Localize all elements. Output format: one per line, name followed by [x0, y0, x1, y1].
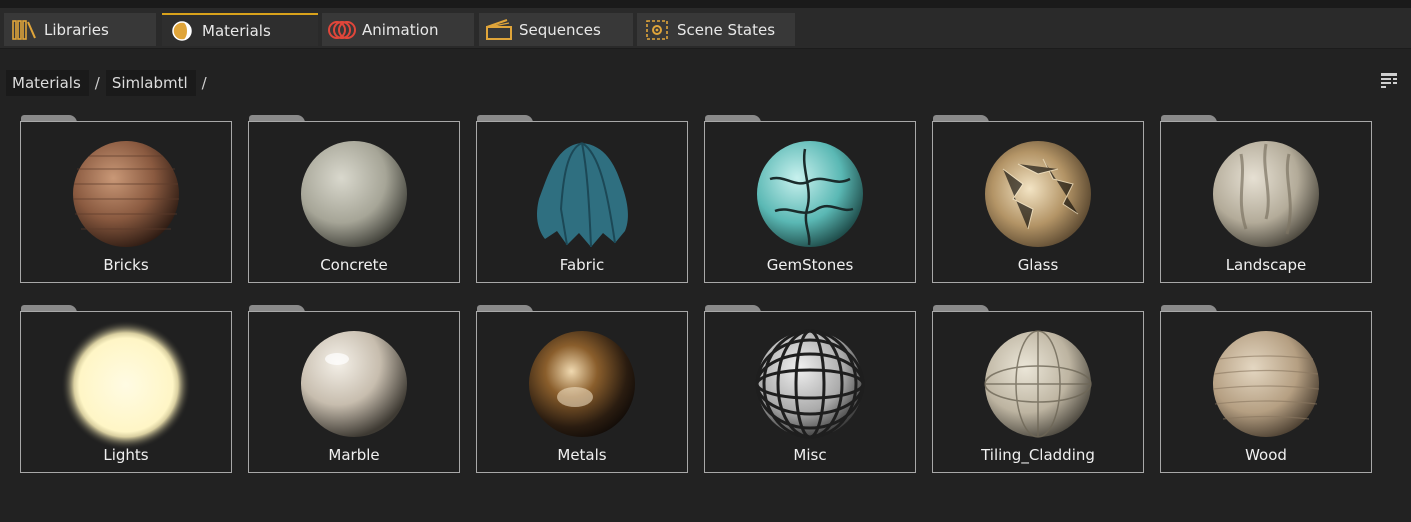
folder-box: Lights: [20, 311, 232, 473]
marble-sphere-thumbnail: [301, 331, 407, 437]
folder-label: Concrete: [320, 256, 388, 274]
folder-metals[interactable]: Metals: [476, 305, 688, 473]
folder-box: Fabric: [476, 121, 688, 283]
folder-box: Tiling_Cladding: [932, 311, 1144, 473]
folder-box: Bricks: [20, 121, 232, 283]
folder-label: Metals: [557, 446, 607, 464]
sequences-icon: [485, 16, 513, 44]
folder-bricks[interactable]: Bricks: [20, 115, 232, 283]
folder-label: Glass: [1017, 256, 1059, 274]
libraries-icon: [10, 16, 38, 44]
breadcrumb-separator: /: [94, 74, 100, 92]
folder-wood[interactable]: Wood: [1160, 305, 1372, 473]
folder-label: GemStones: [766, 256, 854, 274]
folder-label: Bricks: [103, 256, 149, 274]
tiling-sphere-thumbnail: [984, 330, 1092, 438]
tab-animation[interactable]: Animation: [322, 13, 474, 46]
folder-marble[interactable]: Marble: [248, 305, 460, 473]
folder-box: Marble: [248, 311, 460, 473]
window-top-strip: [0, 0, 1411, 8]
metals-sphere-thumbnail: [529, 331, 635, 437]
lights-sphere-thumbnail: [61, 320, 191, 450]
folder-label: Tiling_Cladding: [981, 446, 1095, 464]
tab-scene-states[interactable]: Scene States: [637, 13, 795, 46]
folder-label: Misc: [793, 446, 827, 464]
folder-label: Landscape: [1225, 256, 1307, 274]
glass-sphere-thumbnail: [985, 141, 1091, 247]
scene-states-icon: [643, 16, 671, 44]
folder-label: Lights: [103, 446, 149, 464]
folder-glass[interactable]: Glass: [932, 115, 1144, 283]
landscape-sphere-thumbnail: [1213, 141, 1319, 247]
breadcrumb-separator: /: [201, 74, 207, 92]
tab-libraries[interactable]: Libraries: [4, 13, 156, 46]
folder-fabric[interactable]: Fabric: [476, 115, 688, 283]
folder-box: Metals: [476, 311, 688, 473]
folder-concrete[interactable]: Concrete: [248, 115, 460, 283]
tab-bar: Libraries Materials Animation Sequences …: [0, 8, 1411, 49]
fabric-cloth-thumbnail: [537, 142, 628, 248]
folder-label: Fabric: [559, 256, 605, 274]
tab-label: Animation: [362, 20, 439, 39]
materials-icon: [168, 17, 196, 45]
animation-icon: [328, 16, 356, 44]
folder-misc[interactable]: Misc: [704, 305, 916, 473]
tab-label: Scene States: [677, 20, 776, 39]
concrete-sphere-thumbnail: [301, 141, 407, 247]
gemstones-sphere-thumbnail: [757, 141, 863, 247]
wood-sphere-thumbnail: [1212, 331, 1320, 437]
folder-box: Landscape: [1160, 121, 1372, 283]
tab-label: Sequences: [519, 20, 601, 39]
folder-tiling-cladding[interactable]: Tiling_Cladding: [932, 305, 1144, 473]
folder-box: Wood: [1160, 311, 1372, 473]
list-view-icon[interactable]: [1380, 71, 1398, 89]
folder-box: Glass: [932, 121, 1144, 283]
folder-box: Concrete: [248, 121, 460, 283]
tab-label: Libraries: [44, 20, 109, 39]
tab-label: Materials: [202, 21, 271, 40]
folder-label: Marble: [328, 446, 380, 464]
breadcrumb-item-simlabmtl[interactable]: Simlabmtl: [105, 70, 196, 96]
folder-label: Wood: [1245, 446, 1287, 464]
folder-box: GemStones: [704, 121, 916, 283]
folder-gemstones[interactable]: GemStones: [704, 115, 916, 283]
bricks-sphere-thumbnail: [73, 141, 179, 247]
folder-landscape[interactable]: Landscape: [1160, 115, 1372, 283]
tab-sequences[interactable]: Sequences: [479, 13, 633, 46]
folder-lights[interactable]: Lights: [20, 305, 232, 473]
misc-sphere-thumbnail: [755, 329, 865, 439]
breadcrumb-item-materials[interactable]: Materials: [6, 70, 89, 96]
breadcrumb: Materials / Simlabmtl /: [6, 70, 213, 96]
tab-materials[interactable]: Materials: [162, 13, 318, 46]
folder-box: Misc: [704, 311, 916, 473]
